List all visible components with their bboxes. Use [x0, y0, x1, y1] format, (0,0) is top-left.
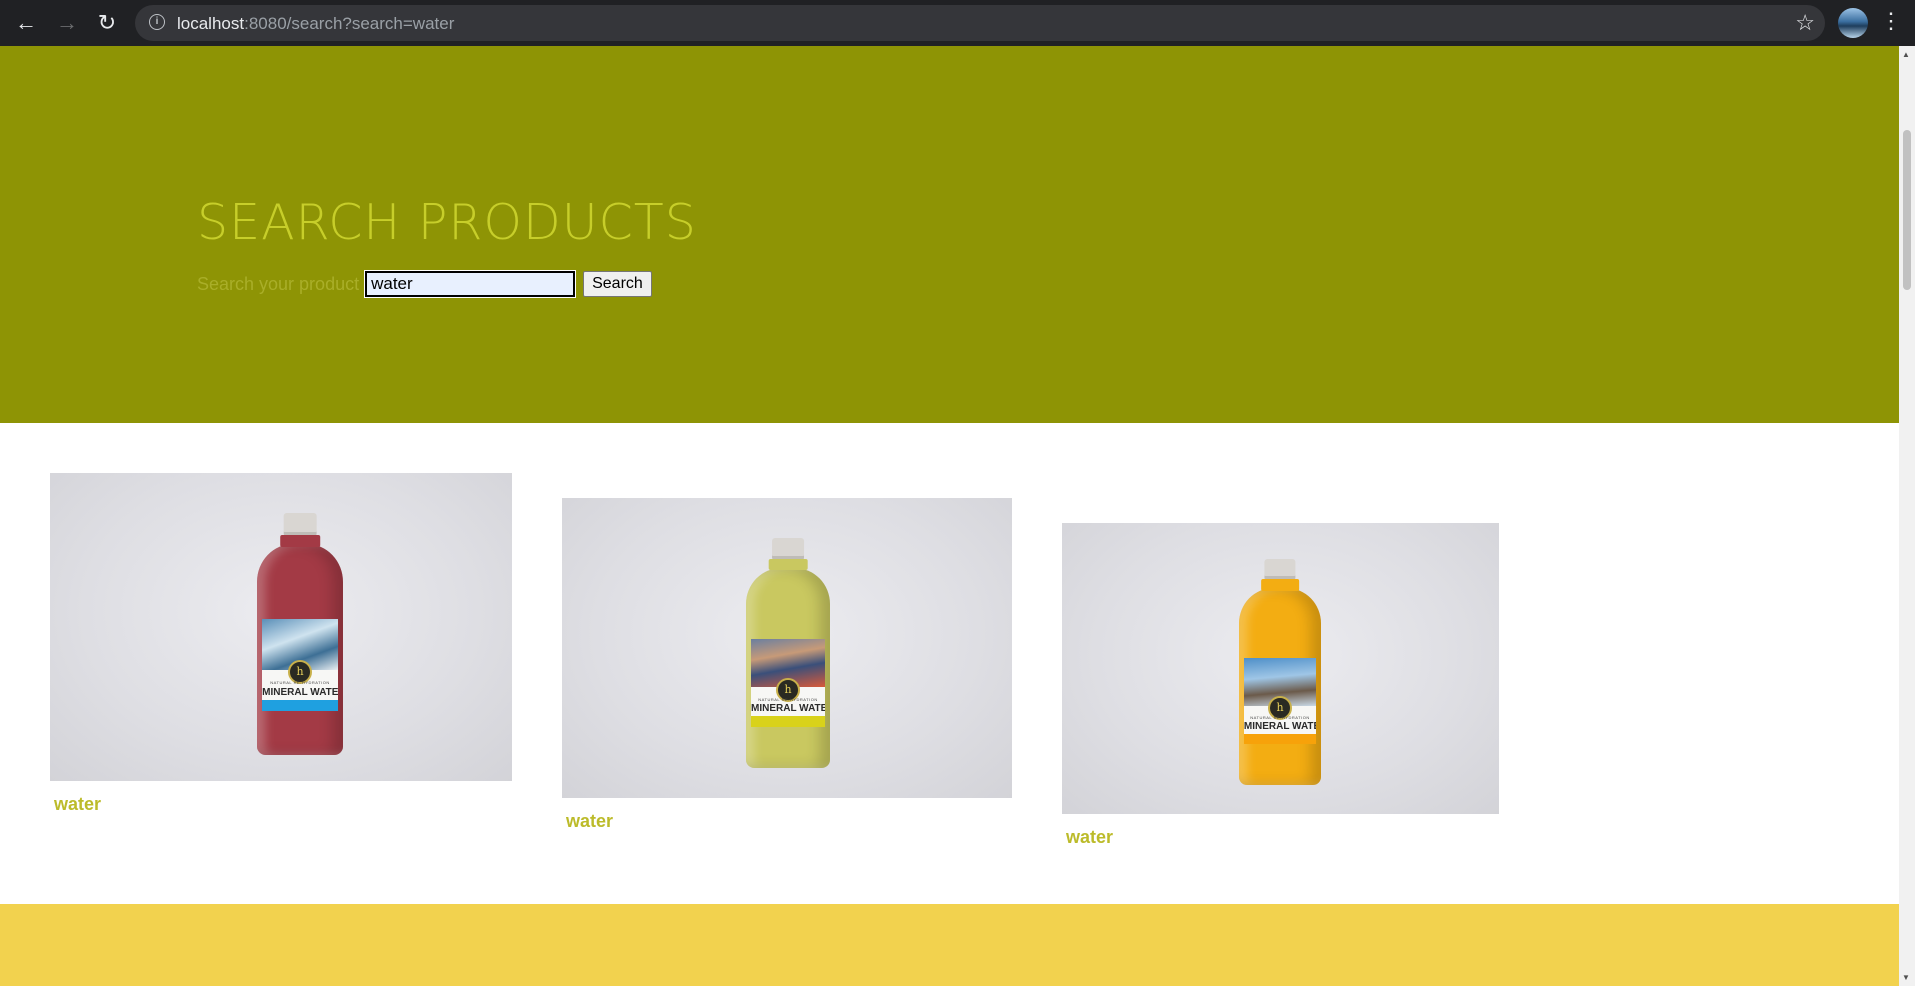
search-form: Search your product Search — [197, 270, 652, 298]
browser-menu-icon[interactable]: ⋮ — [1880, 8, 1902, 34]
search-button[interactable]: Search — [583, 271, 652, 297]
label-product-name: MINERAL WATER — [262, 686, 338, 698]
label-flavor-stripe — [751, 716, 825, 727]
product-image[interactable]: h NATURAL RE-HYDRATION MINERAL WATER — [562, 498, 1012, 798]
product-image[interactable]: h NATURAL RE-HYDRATION MINERAL WATER — [50, 473, 512, 781]
bottle-illustration: h NATURAL RE-HYDRATION MINERAL WATER — [1239, 559, 1321, 785]
bottle-label: h NATURAL RE-HYDRATION MINERAL WATER — [262, 619, 338, 712]
scroll-down-arrow-icon[interactable]: ▼ — [1902, 973, 1910, 982]
product-name-link[interactable]: water — [54, 794, 512, 815]
label-product-name: MINERAL WATER — [1243, 721, 1316, 733]
product-card[interactable]: h NATURAL RE-HYDRATION MINERAL WATER wat… — [1062, 523, 1499, 848]
profile-avatar[interactable] — [1838, 8, 1868, 38]
bottle-illustration: h NATURAL RE-HYDRATION MINERAL WATER — [257, 513, 343, 755]
search-input[interactable] — [364, 270, 577, 298]
bottle-label: h NATURAL RE-HYDRATION MINERAL WATER — [751, 639, 825, 727]
search-label: Search your product — [197, 273, 360, 294]
site-info-icon[interactable]: i — [149, 14, 165, 30]
bottle-cap — [1264, 559, 1296, 580]
page-scrollbar[interactable]: ▲ ▼ — [1899, 46, 1915, 986]
label-flavor-stripe — [262, 700, 338, 712]
browser-toolbar: ← → ↻ i localhost:8080/search?search=wat… — [0, 0, 1915, 46]
reload-icon[interactable]: ↻ — [91, 7, 123, 39]
forward-arrow-icon[interactable]: → — [51, 7, 83, 39]
product-card[interactable]: h NATURAL RE-HYDRATION MINERAL WATER wat… — [562, 498, 1012, 832]
bottle-label: h NATURAL RE-HYDRATION MINERAL WATER — [1243, 658, 1317, 745]
back-arrow-icon[interactable]: ← — [10, 7, 42, 39]
search-hero: SEARCH PRODUCTS Search your product Sear… — [0, 46, 1899, 423]
product-name-link[interactable]: water — [566, 811, 1012, 832]
address-bar[interactable]: i localhost:8080/search?search=water ☆ — [135, 5, 1825, 41]
label-tagline: NATURAL RE-HYDRATION — [270, 680, 330, 686]
bottle-illustration: h NATURAL RE-HYDRATION MINERAL WATER — [746, 538, 830, 768]
scroll-up-arrow-icon[interactable]: ▲ — [1902, 50, 1910, 59]
label-tagline: NATURAL RE-HYDRATION — [1250, 715, 1310, 721]
bottle-cap — [283, 513, 317, 535]
url-host: localhost — [177, 14, 245, 33]
label-product-name: MINERAL WATER — [751, 702, 825, 714]
scrollbar-thumb[interactable] — [1903, 130, 1911, 290]
footer-section — [0, 904, 1899, 986]
product-image[interactable]: h NATURAL RE-HYDRATION MINERAL WATER — [1062, 523, 1499, 814]
address-url[interactable]: localhost:8080/search?search=water — [177, 14, 454, 34]
bookmark-star-icon[interactable]: ☆ — [1795, 10, 1815, 36]
product-card[interactable]: h NATURAL RE-HYDRATION MINERAL WATER wat… — [50, 473, 512, 815]
url-path: :8080/search?search=water — [244, 14, 455, 33]
bottle-neck — [768, 558, 808, 571]
product-name-link[interactable]: water — [1066, 827, 1499, 848]
page-title: SEARCH PRODUCTS — [197, 194, 697, 251]
bottle-cap — [772, 538, 804, 559]
bottle-neck — [280, 534, 320, 547]
page-viewport: SEARCH PRODUCTS Search your product Sear… — [0, 46, 1899, 986]
label-flavor-stripe — [1243, 734, 1317, 745]
bottle-neck — [1261, 579, 1299, 591]
label-tagline: NATURAL RE-HYDRATION — [758, 696, 818, 702]
